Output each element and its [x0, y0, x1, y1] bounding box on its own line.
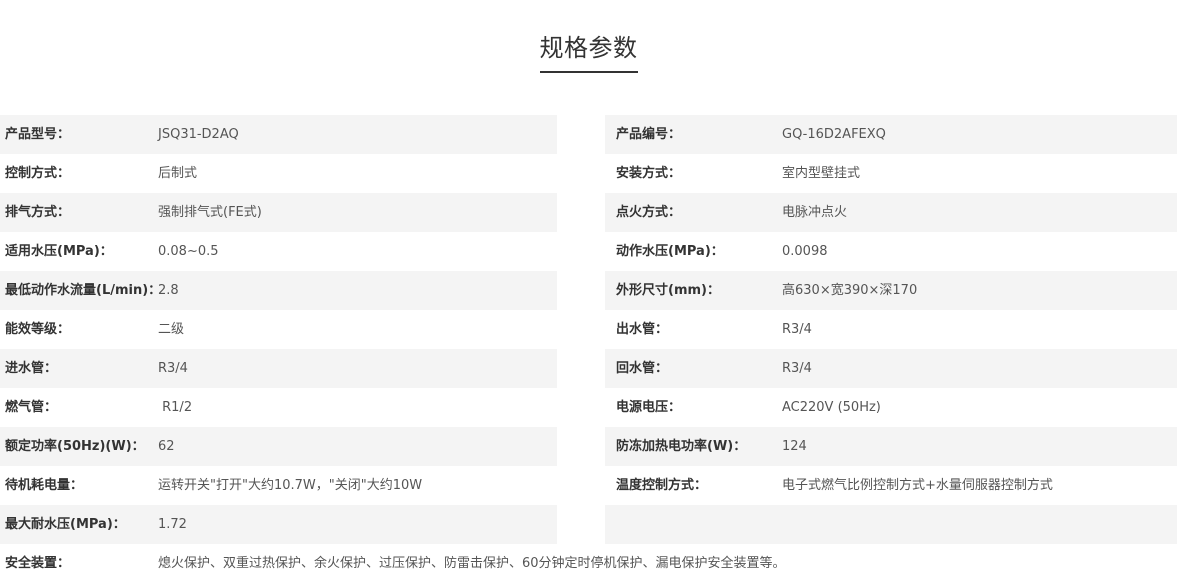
spec-cell-product-model: 产品型号： JSQ31-D2AQ: [0, 115, 557, 154]
spec-value: 强制排气式(FE式): [158, 205, 262, 220]
spec-value: R3/4: [782, 361, 812, 376]
spec-label: 排气方式：: [5, 205, 71, 220]
spec-cell-max-pressure: 最大耐水压(MPa)： 1.72: [0, 505, 557, 544]
spec-cell-gas-pipe: 燃气管： R1/2: [0, 388, 557, 427]
spec-value: 电脉冲点火: [782, 205, 848, 220]
spec-value: R3/4: [158, 361, 188, 376]
spec-value: 0.08~0.5: [158, 244, 219, 259]
spec-cell-outlet-pipe: 出水管： R3/4: [605, 310, 1177, 349]
spec-row: 额定功率(50Hz)(W)： 62 防冻加热电功率(W)： 124: [0, 427, 1177, 466]
spec-label: 产品编号：: [616, 127, 682, 142]
spec-value: 熄火保护、双重过热保护、余火保护、过压保护、防雷击保护、60分钟定时停机保护、漏…: [158, 556, 786, 571]
spec-label: 动作水压(MPa)：: [616, 244, 724, 259]
spec-value: 后制式: [158, 166, 198, 181]
spec-cell-product-code: 产品编号： GQ-16D2AFEXQ: [605, 115, 1177, 154]
spec-row: 排气方式： 强制排气式(FE式) 点火方式： 电脉冲点火: [0, 193, 1177, 232]
spec-label: 控制方式：: [5, 166, 71, 181]
spec-label: 待机耗电量：: [5, 478, 84, 493]
spec-value: R1/2: [158, 400, 193, 415]
spec-value: 124: [782, 439, 807, 454]
spec-value: 二级: [158, 322, 185, 337]
spec-cell-ignition-mode: 点火方式： 电脉冲点火: [605, 193, 1177, 232]
spec-label: 适用水压(MPa)：: [5, 244, 113, 259]
title-wrap: 规格参数: [0, 30, 1177, 73]
spec-value: 电子式燃气比例控制方式+水量伺服器控制方式: [782, 478, 1053, 493]
spec-table: 产品型号： JSQ31-D2AQ 产品编号： GQ-16D2AFEXQ 控制方式…: [0, 115, 1177, 583]
spec-cell-inlet-pipe: 进水管： R3/4: [0, 349, 557, 388]
spec-label: 额定功率(50Hz)(W)：: [5, 439, 145, 454]
spec-cell-temp-control: 温度控制方式： 电子式燃气比例控制方式+水量伺服器控制方式: [605, 466, 1177, 505]
spec-value: 室内型壁挂式: [782, 166, 861, 181]
spec-label: 能效等级：: [5, 322, 71, 337]
spec-row: 能效等级： 二级 出水管： R3/4: [0, 310, 1177, 349]
spec-cell-exhaust-mode: 排气方式： 强制排气式(FE式): [0, 193, 557, 232]
spec-cell-install-mode: 安装方式： 室内型壁挂式: [605, 154, 1177, 193]
spec-label: 进水管：: [5, 361, 58, 376]
spec-value: 运转开关"打开"大约10.7W，"关闭"大约10W: [158, 478, 423, 493]
spec-label: 产品型号：: [5, 127, 71, 142]
spec-cell-dimensions: 外形尺寸(mm)： 高630×宽390×深170: [605, 271, 1177, 310]
spec-cell-return-pipe: 回水管： R3/4: [605, 349, 1177, 388]
spec-row-full: 安全装置： 熄火保护、双重过热保护、余火保护、过压保护、防雷击保护、60分钟定时…: [0, 544, 1177, 583]
spec-label: 回水管：: [616, 361, 669, 376]
spec-cell-safety-devices: 安全装置： 熄火保护、双重过热保护、余火保护、过压保护、防雷击保护、60分钟定时…: [0, 544, 1177, 583]
spec-value: R3/4: [782, 322, 812, 337]
spec-cell-rated-power: 额定功率(50Hz)(W)： 62: [0, 427, 557, 466]
spec-label: 燃气管：: [5, 400, 58, 415]
spec-row: 适用水压(MPa)： 0.08~0.5 动作水压(MPa)： 0.0098: [0, 232, 1177, 271]
spec-label: 最大耐水压(MPa)：: [5, 517, 126, 532]
spec-row: 控制方式： 后制式 安装方式： 室内型壁挂式: [0, 154, 1177, 193]
spec-cell-min-flow: 最低动作水流量(L/min)： 2.8: [0, 271, 557, 310]
spec-cell-empty: [605, 505, 1177, 544]
spec-label: 点火方式：: [616, 205, 682, 220]
spec-label: 温度控制方式：: [616, 478, 708, 493]
spec-value: AC220V (50Hz): [782, 400, 881, 415]
spec-cell-water-pressure: 适用水压(MPa)： 0.08~0.5: [0, 232, 557, 271]
spec-cell-control-mode: 控制方式： 后制式: [0, 154, 557, 193]
spec-row: 最低动作水流量(L/min)： 2.8 外形尺寸(mm)： 高630×宽390×…: [0, 271, 1177, 310]
spec-value: JSQ31-D2AQ: [158, 127, 239, 142]
spec-cell-supply-voltage: 电源电压： AC220V (50Hz): [605, 388, 1177, 427]
spec-row: 产品型号： JSQ31-D2AQ 产品编号： GQ-16D2AFEXQ: [0, 115, 1177, 154]
spec-label: 最低动作水流量(L/min)：: [5, 283, 162, 298]
spec-label: 电源电压：: [616, 400, 682, 415]
spec-value: 1.72: [158, 517, 187, 532]
spec-cell-energy-grade: 能效等级： 二级: [0, 310, 557, 349]
spec-row: 最大耐水压(MPa)： 1.72: [0, 505, 1177, 544]
spec-row: 进水管： R3/4 回水管： R3/4: [0, 349, 1177, 388]
spec-cell-antifreeze-power: 防冻加热电功率(W)： 124: [605, 427, 1177, 466]
spec-label: 防冻加热电功率(W)：: [616, 439, 747, 454]
spec-label: 安装方式：: [616, 166, 682, 181]
spec-cell-action-pressure: 动作水压(MPa)： 0.0098: [605, 232, 1177, 271]
spec-label: 安全装置：: [5, 556, 71, 571]
spec-value: 62: [158, 439, 175, 454]
spec-value: 2.8: [158, 283, 179, 298]
page-title: 规格参数: [539, 30, 638, 73]
spec-value: 高630×宽390×深170: [782, 283, 918, 298]
spec-cell-standby-power: 待机耗电量： 运转开关"打开"大约10.7W，"关闭"大约10W: [0, 466, 557, 505]
spec-label: 出水管：: [616, 322, 669, 337]
spec-value: 0.0098: [782, 244, 828, 259]
spec-row: 待机耗电量： 运转开关"打开"大约10.7W，"关闭"大约10W 温度控制方式：…: [0, 466, 1177, 505]
spec-value: GQ-16D2AFEXQ: [782, 127, 886, 142]
spec-label: 外形尺寸(mm)：: [616, 283, 720, 298]
spec-row: 燃气管： R1/2 电源电压： AC220V (50Hz): [0, 388, 1177, 427]
